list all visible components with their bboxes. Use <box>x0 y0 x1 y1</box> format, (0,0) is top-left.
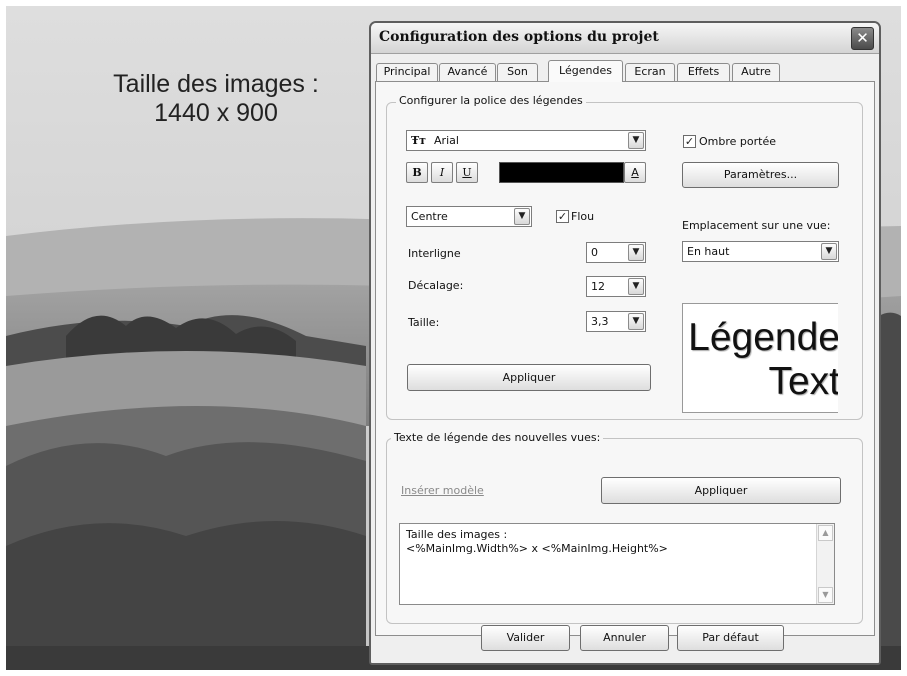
tab-ecran[interactable]: Ecran <box>625 63 675 81</box>
default-button[interactable]: Par défaut <box>677 625 784 651</box>
offset-value: 12 <box>591 280 605 293</box>
tab-legendes[interactable]: Légendes <box>548 60 623 82</box>
font-apply-button[interactable]: Appliquer <box>407 364 651 391</box>
caption-preview: Légende Text <box>682 303 838 413</box>
caption-text-line1: Taille des images : <box>406 528 508 541</box>
align-select[interactable]: Centre ▼ <box>406 206 532 227</box>
preview-line1: Légende <box>688 316 838 359</box>
chevron-down-icon: ▼ <box>628 313 644 330</box>
font-select-value: Arial <box>434 134 459 147</box>
overlay-caption-line1: Taille des images : <box>113 70 319 98</box>
text-color-swatch[interactable] <box>499 162 624 183</box>
chevron-down-icon: ▼ <box>514 208 530 225</box>
bold-button[interactable]: B <box>406 162 428 183</box>
scroll-up-icon[interactable]: ▲ <box>818 525 833 541</box>
blur-label: Flou <box>571 210 595 223</box>
close-icon: ✕ <box>856 29 869 47</box>
italic-button[interactable]: I <box>431 162 453 183</box>
caption-scrollbar[interactable]: ▲ ▼ <box>816 524 834 604</box>
caption-text-line2: <%MainImg.Width%> x <%MainImg.Height%> <box>406 542 668 555</box>
tab-son[interactable]: Son <box>497 63 538 81</box>
preview-line2: Text <box>768 360 838 403</box>
scroll-down-icon[interactable]: ▼ <box>818 587 833 603</box>
ok-button[interactable]: Valider <box>481 625 570 651</box>
underline-button[interactable]: U <box>456 162 478 183</box>
text-color-button[interactable]: A <box>624 162 646 183</box>
tab-avance[interactable]: Avancé <box>439 63 496 81</box>
font-config-group-title: Configurer la police des légendes <box>396 94 586 107</box>
overlay-caption-line2: 1440 x 900 <box>154 99 278 127</box>
position-select-value: En haut <box>687 245 730 258</box>
chevron-down-icon: ▼ <box>628 132 644 149</box>
cancel-button[interactable]: Annuler <box>580 625 669 651</box>
tab-principal[interactable]: Principal <box>376 63 438 81</box>
format-toolbar: B I U A <box>406 162 646 183</box>
line-spacing-label: Interligne <box>408 247 461 260</box>
caption-apply-button[interactable]: Appliquer <box>601 477 841 504</box>
font-select[interactable]: Ŧт Arial ▼ <box>406 130 646 151</box>
size-value: 3,3 <box>591 315 609 328</box>
blur-checkbox[interactable]: ✓ <box>556 210 569 223</box>
tab-effets[interactable]: Effets <box>677 63 730 81</box>
size-select[interactable]: 3,3 ▼ <box>586 311 646 332</box>
line-spacing-select[interactable]: 0 ▼ <box>586 242 646 263</box>
legendes-tab-panel: Configurer la police des légendes Ŧт Aria… <box>375 81 875 636</box>
dialog-titlebar[interactable]: Configuration des options du projet ✕ <box>371 23 879 54</box>
close-button[interactable]: ✕ <box>851 27 874 50</box>
position-select[interactable]: En haut ▼ <box>682 241 839 262</box>
size-label: Taille: <box>408 316 440 329</box>
insert-template-link[interactable]: Insérer modèle <box>401 484 484 497</box>
chevron-down-icon: ▼ <box>628 278 644 295</box>
chevron-down-icon: ▼ <box>628 244 644 261</box>
align-select-value: Centre <box>411 210 448 223</box>
tab-autre[interactable]: Autre <box>732 63 780 81</box>
line-spacing-value: 0 <box>591 246 598 259</box>
params-button[interactable]: Paramètres... <box>682 162 839 188</box>
offset-label: Décalage: <box>408 279 464 292</box>
caption-text-area[interactable]: Taille des images : <%MainImg.Width%> x … <box>399 523 835 605</box>
dialog-title: Configuration des options du projet <box>379 29 659 45</box>
caption-text-group-title: Texte de légende des nouvelles vues: <box>391 431 604 444</box>
overlay-caption: Taille des images : 1440 x 900 <box>66 70 366 128</box>
shadow-checkbox[interactable]: ✓ <box>683 135 696 148</box>
shadow-label: Ombre portée <box>699 135 776 148</box>
font-type-icon: Ŧт <box>411 134 427 147</box>
position-label: Emplacement sur une vue: <box>682 219 831 232</box>
offset-select[interactable]: 12 ▼ <box>586 276 646 297</box>
project-options-dialog: Configuration des options du projet ✕ Pr… <box>369 21 881 665</box>
chevron-down-icon: ▼ <box>821 243 837 260</box>
